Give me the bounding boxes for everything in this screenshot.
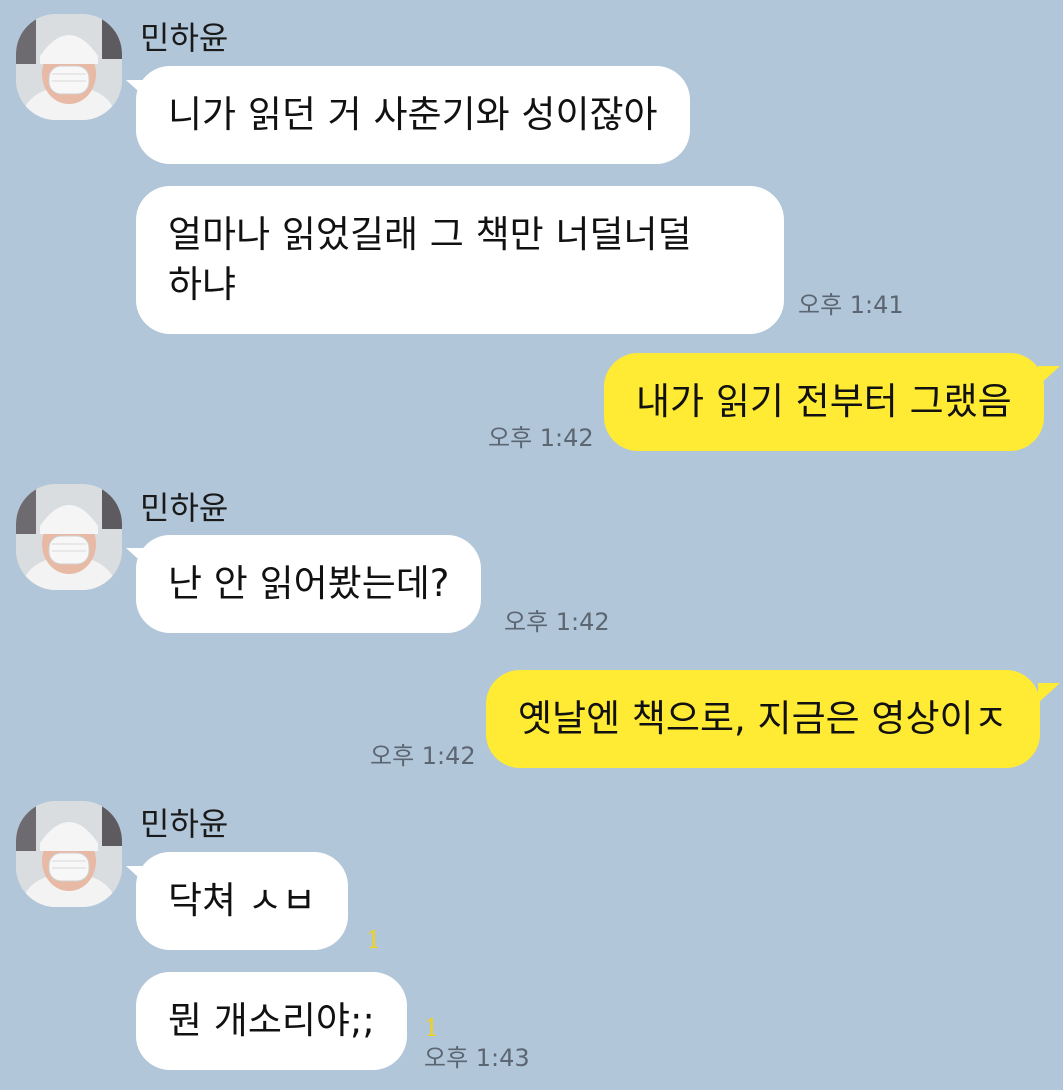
bubble-tail [1038,366,1060,386]
profile-avatar[interactable] [16,801,122,907]
message-bubble[interactable]: 내가 읽기 전부터 그랬음 [604,353,1044,451]
message-bubble[interactable]: 뭔 개소리야;; [136,972,407,1070]
message-time: 오후 1:42 [370,742,476,770]
profile-photo-icon [16,801,122,907]
profile-avatar[interactable] [16,484,122,590]
sender-name: 민하윤 [140,805,229,843]
message-bubble[interactable]: 얼마나 읽었길래 그 책만 너덜너덜 하냐 [136,186,784,334]
unread-count: 1 [366,926,382,954]
profile-avatar[interactable] [16,14,122,120]
chat-room: 민하윤 니가 읽던 거 사춘기와 성이잖아 얼마나 읽었길래 그 책만 너덜너덜… [0,0,1063,1090]
message-bubble[interactable]: 옛날엔 책으로, 지금은 영상이ㅈ [486,670,1040,768]
message-time: 오후 1:43 [424,1044,530,1072]
message-time: 오후 1:41 [798,291,904,319]
profile-photo-icon [16,484,122,590]
unread-count: 1 [424,1014,440,1042]
message-bubble[interactable]: 난 안 읽어봤는데? [136,535,482,633]
message-bubble[interactable]: 닥쳐 ㅅㅂ [136,852,348,950]
sender-name: 민하윤 [140,489,229,527]
bubble-tail [1038,683,1060,703]
profile-photo-icon [16,14,122,120]
message-bubble[interactable]: 니가 읽던 거 사춘기와 성이잖아 [136,66,690,164]
message-time: 오후 1:42 [488,424,594,452]
message-time: 오후 1:42 [504,608,610,636]
sender-name: 민하윤 [140,19,229,57]
